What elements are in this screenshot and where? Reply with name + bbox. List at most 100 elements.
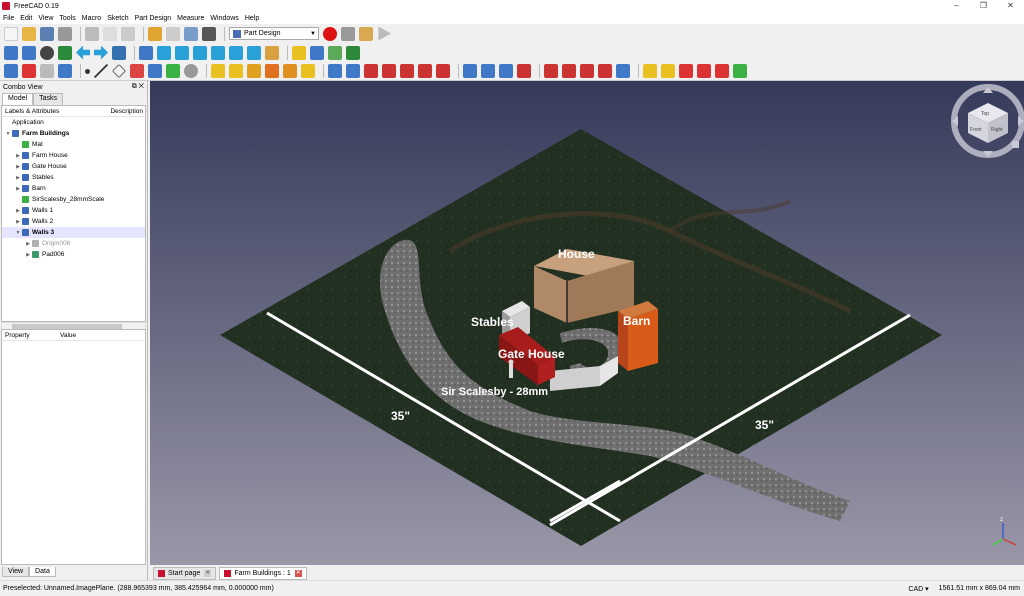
groove-icon[interactable]: [364, 64, 378, 78]
tab-farm-buildings[interactable]: Farm Buildings : 1 ✕: [219, 566, 307, 580]
execute-macro-icon[interactable]: [378, 26, 391, 41]
chevron-right-icon[interactable]: ▶: [14, 175, 22, 181]
minimize-button[interactable]: –: [943, 0, 970, 12]
panel-float-close-icon[interactable]: ⧉ ✕: [132, 83, 144, 91]
tree-item[interactable]: ▶ Stables: [2, 172, 145, 183]
isometric-view-icon[interactable]: [139, 45, 153, 60]
measure-toggle-all-icon[interactable]: [715, 64, 729, 78]
top-view-icon[interactable]: [175, 45, 189, 60]
model-tree[interactable]: Labels & Attributes Description Applicat…: [1, 105, 146, 322]
save-icon[interactable]: [40, 26, 54, 41]
undo-icon[interactable]: [148, 26, 162, 41]
new-document-icon[interactable]: [4, 26, 18, 41]
navigation-cube[interactable]: Top Front Right: [951, 84, 1024, 158]
shape-binder-icon[interactable]: [148, 64, 162, 78]
property-view[interactable]: Property Value: [1, 329, 146, 565]
open-folder-icon[interactable]: [22, 26, 36, 41]
tree-item[interactable]: Mat: [2, 139, 145, 150]
additive-primitive-icon[interactable]: [301, 64, 315, 78]
macro-editor-icon[interactable]: [359, 26, 373, 41]
datum-plane-icon[interactable]: [112, 64, 126, 78]
copy-icon[interactable]: [103, 26, 117, 41]
subtractive-loft-icon[interactable]: [382, 64, 396, 78]
chevron-down-icon[interactable]: ▼: [4, 131, 12, 137]
subtractive-pipe-icon[interactable]: [400, 64, 414, 78]
clone-icon[interactable]: [184, 64, 198, 78]
revolution-icon[interactable]: [229, 64, 243, 78]
tab-model[interactable]: Model: [2, 93, 34, 105]
print-icon[interactable]: [58, 26, 72, 41]
thickness-icon[interactable]: [598, 64, 612, 78]
subtractive-primitive-icon[interactable]: [436, 64, 450, 78]
additive-helix-icon[interactable]: [283, 64, 297, 78]
tree-item[interactable]: SirScalesby_28mmScale: [2, 194, 145, 205]
additive-pipe-icon[interactable]: [265, 64, 279, 78]
chevron-right-icon[interactable]: ▶: [14, 219, 22, 225]
tree-item[interactable]: ▼ Walls 3: [2, 227, 145, 238]
tab-data[interactable]: Data: [29, 567, 56, 577]
chevron-right-icon[interactable]: ▶: [14, 153, 22, 159]
tab-start-page[interactable]: Start page ✕: [153, 566, 217, 580]
fillet-icon[interactable]: [544, 64, 558, 78]
front-view-icon[interactable]: [157, 45, 171, 60]
additive-loft-icon[interactable]: [247, 64, 261, 78]
menu-tools[interactable]: Tools: [59, 15, 75, 22]
rear-view-icon[interactable]: [211, 45, 225, 60]
cut-icon[interactable]: [85, 26, 99, 41]
tree-item[interactable]: ▶ Walls 2: [2, 216, 145, 227]
mirrored-icon[interactable]: [463, 64, 477, 78]
menu-edit[interactable]: Edit: [20, 15, 32, 22]
menu-file[interactable]: File: [3, 15, 14, 22]
left-view-icon[interactable]: [247, 45, 261, 60]
tree-item[interactable]: ▶ Farm House: [2, 150, 145, 161]
multi-transform-icon[interactable]: [517, 64, 531, 78]
tree-item[interactable]: ▶ Origin006: [2, 238, 145, 249]
redo-icon[interactable]: [166, 26, 180, 41]
link-icon[interactable]: [346, 45, 360, 60]
menu-sketch[interactable]: Sketch: [107, 15, 128, 22]
sketch-icon[interactable]: [22, 64, 36, 78]
subshape-binder-icon[interactable]: [166, 64, 180, 78]
menu-part-design[interactable]: Part Design: [135, 15, 172, 22]
map-sketch-icon[interactable]: [58, 64, 72, 78]
navigation-style-selector[interactable]: CAD ▾: [908, 585, 928, 593]
chevron-right-icon[interactable]: ▶: [14, 186, 22, 192]
chevron-right-icon[interactable]: ▶: [24, 241, 32, 247]
hole-icon[interactable]: [346, 64, 360, 78]
measure-clear-icon[interactable]: [697, 64, 711, 78]
chevron-right-icon[interactable]: ▶: [14, 164, 22, 170]
chamfer-icon[interactable]: [562, 64, 576, 78]
close-tab-icon[interactable]: ✕: [204, 569, 212, 577]
measure-linear-icon[interactable]: [643, 64, 657, 78]
create-body-icon[interactable]: [292, 45, 306, 60]
create-part-icon[interactable]: [310, 45, 324, 60]
tree-item[interactable]: Application: [2, 117, 145, 128]
paste-icon[interactable]: [121, 26, 135, 41]
tree-item[interactable]: ▶ Barn: [2, 183, 145, 194]
close-tab-icon[interactable]: ✕: [294, 569, 302, 577]
stop-macro-icon[interactable]: [341, 26, 355, 41]
tab-view[interactable]: View: [2, 567, 30, 577]
tree-item[interactable]: ▶ Pad006: [2, 249, 145, 260]
menu-view[interactable]: View: [38, 15, 53, 22]
create-group-icon[interactable]: [328, 45, 342, 60]
pocket-icon[interactable]: [328, 64, 342, 78]
subtractive-helix-icon[interactable]: [418, 64, 432, 78]
tree-item[interactable]: ▶ Gate House: [2, 161, 145, 172]
menu-measure[interactable]: Measure: [177, 15, 204, 22]
measure-refresh-icon[interactable]: [679, 64, 693, 78]
tree-item[interactable]: ▼ Farm Buildings: [2, 128, 145, 139]
refresh-icon[interactable]: [184, 26, 198, 41]
validate-sketch-icon[interactable]: [40, 64, 54, 78]
forward-arrow-icon[interactable]: [94, 45, 108, 60]
bounding-box-icon[interactable]: [58, 45, 72, 60]
chevron-right-icon[interactable]: ▶: [24, 252, 32, 258]
body-icon[interactable]: [4, 64, 18, 78]
menu-macro[interactable]: Macro: [82, 15, 101, 22]
nav-cube-menu-icon[interactable]: [1012, 141, 1019, 148]
menu-windows[interactable]: Windows: [210, 15, 238, 22]
whats-this-icon[interactable]: [202, 26, 216, 41]
boolean-icon[interactable]: [616, 64, 630, 78]
sync-view-icon[interactable]: [112, 45, 126, 60]
local-coordinate-system-icon[interactable]: [130, 64, 144, 78]
